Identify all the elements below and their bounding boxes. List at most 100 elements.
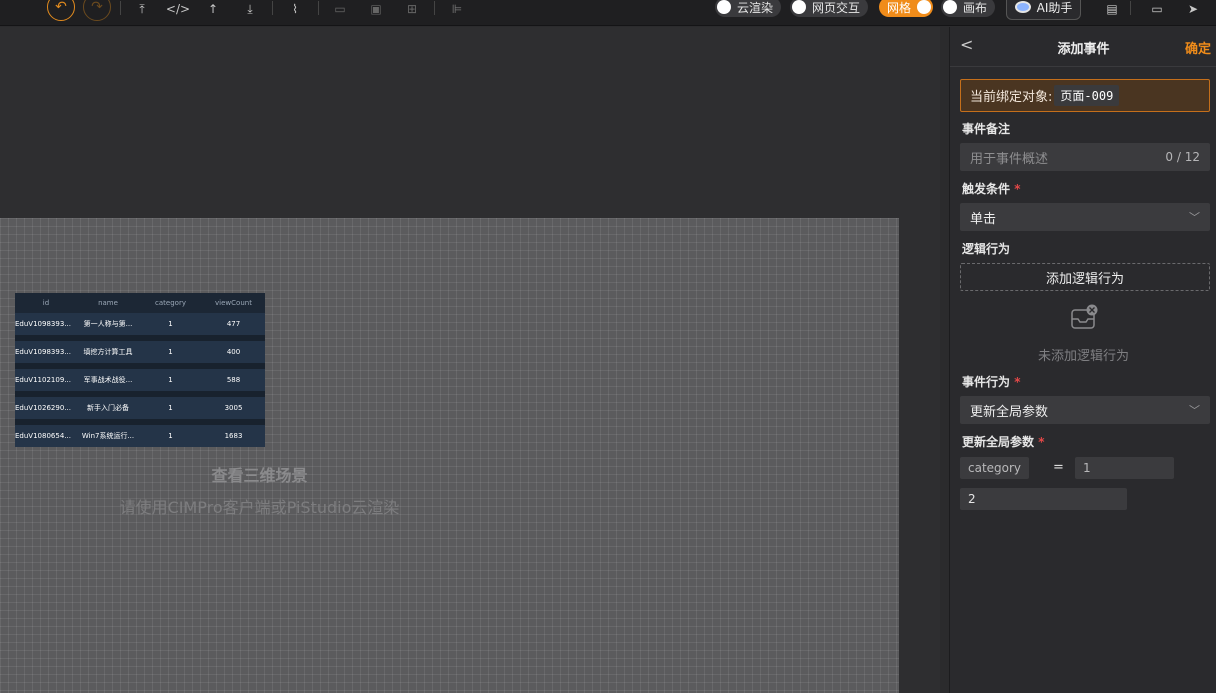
code-icon[interactable]: </> [166,0,190,18]
screenshot-icon[interactable]: ▣ [364,0,388,18]
publish-icon[interactable]: ↑ [201,0,225,18]
toolbar-divider [434,1,435,15]
table-cell: 477 [226,320,241,328]
param-value-input[interactable]: 1 [1075,457,1174,479]
table-row[interactable]: EduV1098393... 填挖方计算工具 1 400 [15,341,265,363]
chevron-down-icon: ﹀ [1189,404,1200,417]
eye-icon [1014,1,1031,13]
event-note-label: 事件备注 [962,122,1011,136]
chevron-down-icon: ﹀ [1189,211,1200,224]
table-cell: 1 [168,432,173,440]
delete-icon[interactable]: ▭ [328,0,352,18]
required-mark: * [1014,182,1021,196]
column-header: name [98,299,118,307]
preview-icon[interactable]: ▭ [1145,0,1169,18]
action-label-text: 事件行为 [962,375,1011,389]
event-note-placeholder: 用于事件概述 [970,151,1049,167]
transform-icon[interactable]: ⊞ [400,0,424,18]
table-cell: 400 [226,348,241,356]
table-header: id name category viewCount [15,293,265,313]
empty-inbox-icon [1071,304,1098,329]
toggle-knob [792,0,806,14]
save-icon[interactable]: ▤ [1100,0,1124,18]
toggle-label: 网格 [887,0,912,15]
ai-assistant-button[interactable]: AI助手 [1006,0,1081,20]
table-cell: 3005 [224,404,243,412]
table-row[interactable]: EduV1026290... 新手入门必备 1 3005 [15,397,265,419]
table-cell: 1 [168,320,173,328]
upload-icon[interactable]: ⤒ [130,0,154,18]
char-count: 0 / 12 [1165,150,1200,164]
column-header: id [42,299,50,307]
bound-object-banner: 当前绑定对象: 页面-009 [960,79,1210,112]
table-cell: EduV1102109... [15,376,71,384]
toggle-label: 网页交互 [812,0,861,15]
action-label: 事件行为 * [962,373,1020,390]
table-cell: 新手入门必备 [87,404,129,412]
logic-label: 逻辑行为 [962,242,1011,256]
toolbar-divider [1130,1,1131,15]
toolbar-divider [318,1,319,15]
table-row[interactable]: EduV1098393... 第一人称与第... 1 477 [15,313,265,335]
action-select[interactable]: 更新全局参数 ﹀ [960,396,1210,424]
table-cell: 第一人称与第... [83,320,133,328]
toggle-grid[interactable]: 网格 [879,0,934,17]
table-cell: 填挖方计算工具 [83,348,133,356]
table-cell: 1 [168,348,173,356]
table-cell: 1 [168,376,173,384]
download-icon[interactable]: ⤓ [238,0,262,18]
toggle-knob [717,0,731,14]
action-value: 更新全局参数 [970,404,1049,420]
event-note-input[interactable]: 用于事件概述 0 / 12 [960,143,1210,171]
table-cell: 588 [226,376,241,384]
table-cell: EduV1098393... [15,320,71,328]
param-key-input[interactable]: category [960,457,1029,479]
equals-sign: = [1053,460,1064,475]
grid-stage[interactable] [0,218,899,693]
update-global-label: 更新全局参数 * [962,433,1044,450]
param-value2-input[interactable]: 2 [960,488,1127,510]
ai-assistant-label: AI助手 [1036,0,1073,15]
trigger-label: 触发条件 * [962,180,1020,197]
redo-icon[interactable]: ↷ [83,0,111,21]
required-mark: * [1014,375,1021,389]
toggle-label: 画布 [963,0,988,15]
trigger-value: 单击 [970,211,997,227]
toggle-label: 云渲染 [737,0,774,15]
column-header: category [155,299,186,307]
data-table-widget[interactable]: id name category viewCount EduV1098393..… [15,293,265,447]
toggle-knob [943,0,957,14]
table-row[interactable]: EduV1102109... 军事战术战役... 1 588 [15,369,265,391]
confirm-button[interactable]: 确定 [1185,38,1211,57]
trigger-select[interactable]: 单击 ﹀ [960,203,1210,231]
top-toolbar: ↶ ↷ ⤒ </> ↑ ⤓ ⌇ ▭ ▣ ⊞ ⊫ 云渲染 网页交互 网格 画布 A… [0,0,1216,26]
table-cell: EduV1026290... [15,404,71,412]
logic-empty-text: 未添加逻辑行为 [1037,349,1129,364]
table-cell: EduV1080654... [15,432,71,440]
align-icon[interactable]: ⊫ [445,0,469,18]
column-header: viewCount [215,299,252,307]
update-global-label-text: 更新全局参数 [962,435,1035,449]
add-event-panel: < 添加事件 确定 当前绑定对象: 页面-009 事件备注 用于事件概述 0 /… [949,27,1216,693]
table-cell: Win7系统运行... [81,432,135,440]
undo-icon[interactable]: ↶ [47,0,75,21]
table-row[interactable]: EduV1080654... Win7系统运行... 1 1683 [15,425,265,447]
scene-title: 查看三维场景 [211,466,308,485]
panel-title: 添加事件 [1057,42,1110,57]
panel-header: < 添加事件 确定 [950,27,1216,67]
toggle-cloud-render[interactable]: 云渲染 [715,0,782,17]
trigger-label-text: 触发条件 [962,182,1011,196]
clean-icon[interactable]: ⌇ [283,0,307,18]
add-logic-button[interactable]: 添加逻辑行为 [960,263,1210,291]
bound-object-tag: 页面-009 [1054,85,1120,106]
table-cell: 1683 [224,432,243,440]
scene-hint: 请使用CIMPro客户端或PiStudio云渲染 [119,498,400,517]
required-mark: * [1038,435,1045,449]
toolbar-divider [120,1,121,15]
toggle-web-interaction[interactable]: 网页交互 [790,0,869,17]
send-icon[interactable]: ➤ [1181,0,1205,18]
table-cell: 1 [168,404,173,412]
table-cell: 军事战术战役... [83,376,133,384]
bound-object-label: 当前绑定对象: [970,90,1053,105]
toggle-canvas[interactable]: 画布 [941,0,996,17]
